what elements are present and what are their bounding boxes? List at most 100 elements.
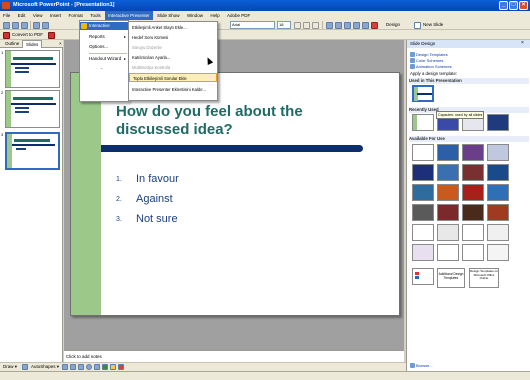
slide-thumbnail-3[interactable] <box>5 132 60 170</box>
bullet-item-1[interactable]: 1. In favour <box>116 173 179 185</box>
font-name-select[interactable]: Arial <box>230 21 275 29</box>
menu-format[interactable]: Format <box>66 11 86 20</box>
fill-color-icon[interactable] <box>110 364 116 370</box>
template-available[interactable] <box>462 224 484 241</box>
pdf-icon[interactable] <box>3 31 10 39</box>
font-color-icon[interactable] <box>371 21 378 29</box>
menu-insert[interactable]: Insert <box>47 11 64 20</box>
template-available[interactable] <box>487 224 509 241</box>
menu-tools[interactable]: Tools <box>87 11 104 20</box>
additional-design-templates[interactable]: Additional Design Templates <box>437 268 465 288</box>
template-available[interactable] <box>412 224 434 241</box>
menu-item-handout-wizard[interactable]: Handout Wizard ▸ <box>80 55 128 63</box>
menu-expand-chevron-icon[interactable]: ⌄ <box>100 65 103 70</box>
template-available[interactable] <box>412 144 434 161</box>
menu-item-reports[interactable]: Reports ▸ <box>80 33 128 41</box>
underline-icon[interactable] <box>312 21 319 29</box>
tab-outline[interactable]: Outline <box>2 40 22 48</box>
link-design-templates[interactable]: Design Templates <box>416 52 448 57</box>
template-available[interactable] <box>462 144 484 161</box>
close-task-pane-icon[interactable]: × <box>521 40 524 46</box>
submenu-bulk-add-questions[interactable]: Toplu Etkileşimli Sorular Ekle <box>129 73 217 82</box>
template-available[interactable] <box>412 268 434 285</box>
new-slide-icon[interactable] <box>414 21 421 29</box>
template-available[interactable] <box>487 164 509 181</box>
template-available[interactable] <box>437 244 459 261</box>
slide-canvas[interactable]: How do you feel about the discussed idea… <box>70 72 400 316</box>
submenu-remove-addin[interactable]: Interactive Presenter Eklentisini Kaldır… <box>129 85 217 94</box>
template-available[interactable] <box>462 164 484 181</box>
font-size-select[interactable]: 18 <box>277 21 291 29</box>
tab-slides[interactable]: Slides <box>22 40 43 48</box>
align-center-icon[interactable] <box>335 21 342 29</box>
textbox-icon[interactable] <box>94 364 100 370</box>
template-available[interactable] <box>487 144 509 161</box>
link-animation-schemes[interactable]: Animation Schemes <box>416 64 452 69</box>
menu-slide-show[interactable]: Slide Show <box>154 11 183 20</box>
menu-edit[interactable]: Edit <box>15 11 29 20</box>
oval-icon[interactable] <box>86 364 92 370</box>
maximize-button[interactable]: □ <box>509 1 518 10</box>
notes-area[interactable]: Click to add notes <box>64 350 404 362</box>
align-right-icon[interactable] <box>344 21 351 29</box>
pdf-email-icon[interactable] <box>48 31 55 39</box>
design-templates-online[interactable]: Design Templates on Microsoft Office Onl… <box>469 268 499 288</box>
bold-icon[interactable] <box>294 21 301 29</box>
rectangle-icon[interactable] <box>78 364 84 370</box>
preview-icon[interactable] <box>42 21 49 29</box>
align-left-icon[interactable] <box>326 21 333 29</box>
submenu-multimedia-control[interactable]: Multimedya Kontrolü <box>129 63 217 72</box>
template-available[interactable] <box>412 244 434 261</box>
template-available[interactable] <box>437 144 459 161</box>
menu-item-options[interactable]: Options... <box>80 43 128 51</box>
slide-thumbnail-2[interactable] <box>5 90 60 128</box>
bullet-item-2[interactable]: 2. Against <box>116 193 173 205</box>
menu-view[interactable]: View <box>30 11 46 20</box>
template-available[interactable] <box>437 164 459 181</box>
close-button[interactable]: × <box>519 1 528 10</box>
menu-adobe-pdf[interactable]: Adobe PDF <box>224 11 253 20</box>
bullets-icon[interactable] <box>362 21 369 29</box>
clipart-icon[interactable] <box>102 364 108 370</box>
font-color-draw-icon[interactable] <box>118 364 124 370</box>
new-slide-button[interactable]: New Slide <box>423 21 443 29</box>
template-available[interactable] <box>487 184 509 201</box>
submenu-set-participants[interactable]: Katılımcıları Ayarla... <box>129 53 217 62</box>
arrow-icon[interactable] <box>70 364 76 370</box>
menu-interactive-presenter[interactable]: Interactive Presenter <box>105 11 153 20</box>
template-available[interactable] <box>462 204 484 221</box>
draw-menu[interactable]: Draw ▾ <box>3 363 17 371</box>
italic-icon[interactable] <box>303 21 310 29</box>
menu-file[interactable]: File <box>0 11 13 20</box>
submenu-target-question-set[interactable]: Hedef Soru Kümesi <box>129 33 217 42</box>
template-available[interactable] <box>437 184 459 201</box>
template-available[interactable] <box>462 244 484 261</box>
design-button[interactable]: Design <box>386 21 400 29</box>
print-icon[interactable] <box>33 21 40 29</box>
submenu-edit-question[interactable]: Soruyu Düzenle <box>129 43 217 52</box>
open-folder-icon[interactable] <box>12 21 19 29</box>
line-icon[interactable] <box>62 364 68 370</box>
template-available[interactable] <box>412 184 434 201</box>
template-available[interactable] <box>487 244 509 261</box>
template-available[interactable] <box>412 204 434 221</box>
select-arrow-icon[interactable] <box>22 364 28 370</box>
template-recent-1[interactable] <box>412 114 434 131</box>
template-available[interactable] <box>412 164 434 181</box>
save-icon[interactable] <box>21 21 28 29</box>
slide-title[interactable]: How do you feel about the discussed idea… <box>116 103 356 139</box>
minimize-button[interactable]: _ <box>499 1 508 10</box>
bullet-item-3[interactable]: 3. Not sure <box>116 213 178 225</box>
menu-help[interactable]: Help <box>207 11 222 20</box>
template-recent-4[interactable] <box>487 114 509 131</box>
template-available[interactable] <box>437 204 459 221</box>
link-color-schemes[interactable]: Color Schemes <box>416 58 443 63</box>
menu-window[interactable]: Window <box>184 11 206 20</box>
autoshapes-menu[interactable]: AutoShapes ▾ <box>31 363 59 371</box>
template-available[interactable] <box>487 204 509 221</box>
convert-to-pdf-button[interactable]: Convert to PDF <box>12 31 43 39</box>
slide-thumbnail-1[interactable] <box>5 50 60 88</box>
menu-item-interactive-presenter[interactable]: Interactive Presenter ▸ <box>80 22 128 36</box>
template-used-current[interactable] <box>412 85 434 102</box>
new-file-icon[interactable] <box>3 21 10 29</box>
